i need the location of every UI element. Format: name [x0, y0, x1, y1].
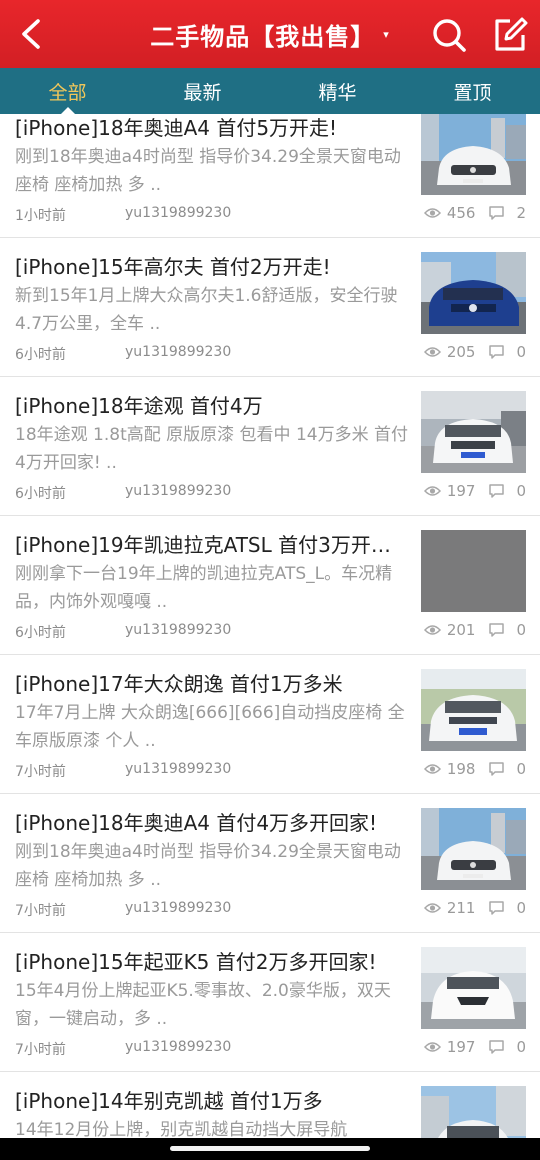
post-title: [iPhone]17年大众朗逸 首付1万多米 [15, 672, 343, 696]
home-indicator[interactable] [170, 1146, 370, 1151]
post-thumbnail[interactable] [421, 252, 526, 334]
app-header: 二手物品【我出售】 ▾ [0, 0, 540, 68]
post-thumbnail[interactable] [421, 808, 526, 890]
post-title: [iPhone]14年别克凯越 首付1万多 [15, 1089, 323, 1113]
post-time: 1小时前 [15, 208, 66, 224]
view-count: 197 [446, 1038, 476, 1056]
view-count: 456 [446, 204, 476, 222]
comment-icon [489, 484, 505, 498]
eye-icon [423, 486, 441, 496]
post-title: [iPhone]18年奥迪A4 首付4万多开回家! [15, 811, 378, 835]
view-count: 211 [446, 899, 476, 917]
list-item[interactable]: [iPhone]15年高尔夫 首付2万开走! 新到15年1月上牌大众高尔夫1.6舒… [0, 238, 540, 377]
post-time: 6小时前 [15, 625, 66, 641]
post-author[interactable]: yu1319899230 [125, 761, 231, 777]
eye-icon [423, 764, 441, 774]
list-item[interactable]: [iPhone]18年途观 首付4万 18年途观 1.8t高配 原版原漆 包看中 … [0, 377, 540, 516]
post-author[interactable]: yu1319899230 [125, 483, 231, 499]
post-author[interactable]: yu1319899230 [125, 1039, 231, 1055]
comment-count: 0 [516, 760, 526, 778]
comment-icon [489, 206, 505, 220]
comment-count: 0 [516, 1038, 526, 1056]
post-thumbnail[interactable] [421, 114, 526, 195]
post-description: 刚到18年奥迪a4时尚型 指导价34.29全景天窗电动座椅 座椅加热 多 .. [15, 147, 401, 195]
list-item[interactable]: [iPhone]15年起亚K5 首付2万多开回家! 15年4月份上牌起亚K5.零事… [0, 933, 540, 1072]
comment-count: 0 [516, 621, 526, 639]
edit-icon[interactable] [492, 17, 528, 53]
comment-count: 0 [516, 482, 526, 500]
eye-icon [423, 625, 441, 635]
post-author[interactable]: yu1319899230 [125, 622, 231, 638]
post-author[interactable]: yu1319899230 [125, 205, 231, 221]
post-time: 6小时前 [15, 347, 66, 363]
post-thumbnail[interactable] [421, 947, 526, 1029]
tab-pinned[interactable]: 置顶 [405, 68, 540, 114]
post-thumbnail[interactable] [421, 530, 526, 612]
post-stats: 456 2 [423, 204, 526, 222]
post-title: [iPhone]15年高尔夫 首付2万开走! [15, 255, 331, 279]
list-item[interactable]: [iPhone]18年奥迪A4 首付5万开走! 刚到18年奥迪a4时尚型 指导价3… [0, 114, 540, 238]
eye-icon [423, 347, 441, 357]
tab-latest[interactable]: 最新 [135, 68, 270, 114]
eye-icon [423, 1042, 441, 1052]
post-stats: 201 0 [423, 621, 526, 639]
post-description: 18年途观 1.8t高配 原版原漆 包看中 14万多米 首付4万开回家! .. [15, 425, 408, 473]
page-title-text: 二手物品【我出售】 [150, 22, 376, 51]
post-description: 14年12月份上牌，别克凯越自动挡大屏导航 [15, 1120, 348, 1138]
system-navigation-bar [0, 1138, 540, 1160]
list-item[interactable]: [iPhone]19年凯迪拉克ATSL 首付3万开回家! 刚刚拿下一台19年上牌的… [0, 516, 540, 655]
post-stats: 197 0 [423, 482, 526, 500]
post-title: [iPhone]18年奥迪A4 首付5万开走! [15, 116, 338, 140]
tab-bar: 全部 最新 精华 置顶 [0, 68, 540, 115]
post-thumbnail[interactable] [421, 1086, 526, 1138]
list-item[interactable]: [iPhone]17年大众朗逸 首付1万多米 17年7月上牌 大众朗逸[666][… [0, 655, 540, 794]
post-description: 17年7月上牌 大众朗逸[666][666]自动挡皮座椅 全车原版原漆 个人 .… [15, 703, 405, 751]
comment-icon [489, 1040, 505, 1054]
comment-count: 0 [516, 343, 526, 361]
view-count: 197 [446, 482, 476, 500]
comment-count: 0 [516, 899, 526, 917]
tab-featured[interactable]: 精华 [270, 68, 405, 114]
post-stats: 198 0 [423, 760, 526, 778]
post-description: 刚到18年奥迪a4时尚型 指导价34.29全景天窗电动座椅 座椅加热 多 .. [15, 842, 401, 890]
comment-count: 2 [516, 204, 526, 222]
post-list[interactable]: [iPhone]18年奥迪A4 首付5万开走! 刚到18年奥迪a4时尚型 指导价3… [0, 114, 540, 1138]
view-count: 198 [446, 760, 476, 778]
comment-icon [489, 623, 505, 637]
list-item[interactable]: [iPhone]14年别克凯越 首付1万多 14年12月份上牌，别克凯越自动挡大屏… [0, 1072, 540, 1138]
post-stats: 211 0 [423, 899, 526, 917]
post-title: [iPhone]18年途观 首付4万 [15, 394, 263, 418]
search-icon[interactable] [431, 17, 467, 53]
eye-icon [423, 903, 441, 913]
post-time: 7小时前 [15, 764, 66, 780]
post-description: 15年4月份上牌起亚K5.零事故、2.0豪华版，双天窗，一键启动，多 .. [15, 981, 391, 1029]
view-count: 201 [446, 621, 476, 639]
post-time: 7小时前 [15, 903, 66, 919]
post-thumbnail[interactable] [421, 391, 526, 473]
list-item[interactable]: [iPhone]18年奥迪A4 首付4万多开回家! 刚到18年奥迪a4时尚型 指导… [0, 794, 540, 933]
comment-icon [489, 345, 505, 359]
post-stats: 205 0 [423, 343, 526, 361]
post-author[interactable]: yu1319899230 [125, 344, 231, 360]
post-thumbnail[interactable] [421, 669, 526, 751]
view-count: 205 [446, 343, 476, 361]
post-title: [iPhone]19年凯迪拉克ATSL 首付3万开回家! [15, 533, 410, 557]
post-author[interactable]: yu1319899230 [125, 900, 231, 916]
comment-icon [489, 901, 505, 915]
chevron-down-icon[interactable]: ▾ [383, 28, 390, 41]
post-time: 6小时前 [15, 486, 66, 502]
comment-icon [489, 762, 505, 776]
post-stats: 197 0 [423, 1038, 526, 1056]
post-title: [iPhone]15年起亚K5 首付2万多开回家! [15, 950, 377, 974]
post-description: 刚刚拿下一台19年上牌的凯迪拉克ATS_L。车况精品，内饰外观嘎嘎 .. [15, 564, 393, 612]
eye-icon [423, 208, 441, 218]
post-time: 7小时前 [15, 1042, 66, 1058]
post-description: 新到15年1月上牌大众高尔夫1.6舒适版，安全行驶4.7万公里，全车 .. [15, 286, 398, 334]
